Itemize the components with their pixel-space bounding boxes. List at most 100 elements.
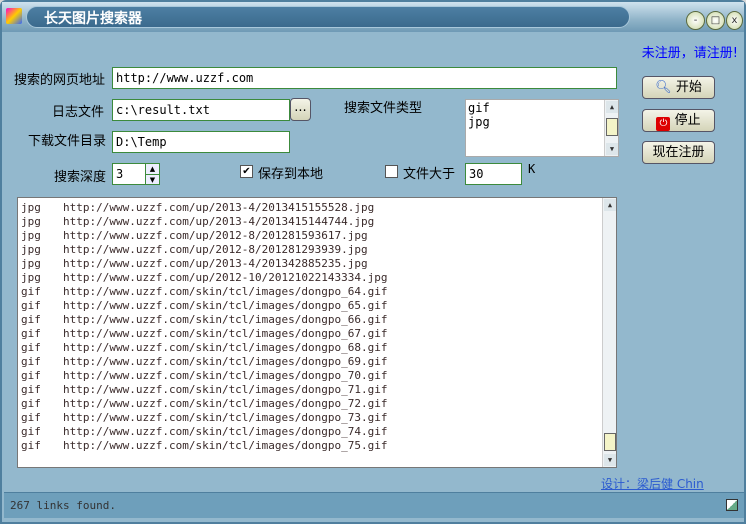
size-unit: K xyxy=(528,162,536,176)
status-text: 267 links found. xyxy=(10,499,116,512)
result-type: gif xyxy=(21,327,41,340)
result-url: http://www.uzzf.com/up/2013-4/2013428852… xyxy=(63,257,368,270)
stop-button[interactable]: ⏻ 停止 xyxy=(642,109,715,132)
result-row[interactable]: gif http://www.uzzf.com/skin/tcl/images/d… xyxy=(21,327,613,341)
result-url: http://www.uzzf.com/skin/tcl/images/dong… xyxy=(63,425,388,438)
result-type: gif xyxy=(21,285,41,298)
result-url: http://www.uzzf.com/skin/tcl/images/dong… xyxy=(63,411,388,424)
scroll-down-icon[interactable]: ▼ xyxy=(604,454,616,466)
power-icon: ⏻ xyxy=(656,117,671,131)
result-type: gif xyxy=(21,369,41,382)
save-local-checkbox[interactable]: ✔ xyxy=(240,165,253,178)
result-url: http://www.uzzf.com/skin/tcl/images/dong… xyxy=(63,327,388,340)
result-row[interactable]: gif http://www.uzzf.com/skin/tcl/images/d… xyxy=(21,411,613,425)
log-file-label: 日志文件 xyxy=(52,105,105,120)
size-input[interactable]: 30 xyxy=(465,163,522,185)
result-url: http://www.uzzf.com/up/2013-4/2013415155… xyxy=(63,201,375,214)
result-type: gif xyxy=(21,439,41,452)
start-label: 开始 xyxy=(675,80,702,95)
result-url: http://www.uzzf.com/skin/tcl/images/dong… xyxy=(63,439,388,452)
result-row[interactable]: jpg http://www.uzzf.com/up/2012-10/201210… xyxy=(21,271,613,285)
file-type-item[interactable]: jpg xyxy=(468,115,616,129)
result-url: http://www.uzzf.com/skin/tcl/images/dong… xyxy=(63,299,388,312)
result-row[interactable]: gif http://www.uzzf.com/skin/tcl/images/d… xyxy=(21,313,613,327)
result-url: http://www.uzzf.com/skin/tcl/images/dong… xyxy=(63,341,388,354)
scroll-up-icon[interactable]: ▲ xyxy=(604,199,616,211)
depth-stepper[interactable]: ▲ ▼ xyxy=(145,163,160,185)
result-row[interactable]: gif http://www.uzzf.com/skin/tcl/images/d… xyxy=(21,299,613,313)
result-row[interactable]: gif http://www.uzzf.com/skin/tcl/images/d… xyxy=(21,355,613,369)
search-icon: 🔍︎ xyxy=(655,80,672,95)
designer-link[interactable]: 设计：梁后健 Chin xyxy=(601,475,704,492)
size-filter-checkbox[interactable] xyxy=(385,165,398,178)
result-row[interactable]: gif http://www.uzzf.com/skin/tcl/images/d… xyxy=(21,341,613,355)
result-type: gif xyxy=(21,355,41,368)
result-type: jpg xyxy=(21,201,41,214)
scroll-thumb[interactable] xyxy=(604,433,616,451)
register-notice-link[interactable]: 未注册，请注册! xyxy=(642,42,738,61)
window-title: 长天图片搜索器 xyxy=(44,11,142,27)
register-button[interactable]: 现在注册 xyxy=(642,141,715,164)
result-type: jpg xyxy=(21,229,41,242)
result-type: gif xyxy=(21,397,41,410)
scroll-up-icon[interactable]: ▲ xyxy=(606,101,618,113)
result-url: http://www.uzzf.com/skin/tcl/images/dong… xyxy=(63,383,388,396)
result-url: http://www.uzzf.com/up/2012-10/201210221… xyxy=(63,271,388,284)
result-row[interactable]: jpg http://www.uzzf.com/up/2013-4/2013415… xyxy=(21,201,613,215)
result-url: http://www.uzzf.com/skin/tcl/images/dong… xyxy=(63,285,388,298)
maximize-button[interactable]: □ xyxy=(706,11,725,30)
result-row[interactable]: jpg http://www.uzzf.com/up/2012-8/2012815… xyxy=(21,229,613,243)
scroll-thumb[interactable] xyxy=(606,118,618,136)
stop-label: 停止 xyxy=(674,113,701,128)
app-icon xyxy=(6,8,22,24)
url-input[interactable]: http://www.uzzf.com xyxy=(112,67,617,89)
results-scrollbar[interactable]: ▲ ▼ xyxy=(602,198,616,467)
file-types-label: 搜索文件类型 xyxy=(344,101,423,116)
log-file-input[interactable]: c:\result.txt xyxy=(112,99,290,121)
result-row[interactable]: jpg http://www.uzzf.com/up/2012-8/2012812… xyxy=(21,243,613,257)
result-url: http://www.uzzf.com/up/2012-8/2012812939… xyxy=(63,243,368,256)
result-type: jpg xyxy=(21,215,41,228)
step-down-icon[interactable]: ▼ xyxy=(146,174,159,184)
start-button[interactable]: 🔍︎ 开始 xyxy=(642,76,715,99)
result-type: jpg xyxy=(21,243,41,256)
result-row[interactable]: gif http://www.uzzf.com/skin/tcl/images/d… xyxy=(21,397,613,411)
result-type: gif xyxy=(21,383,41,396)
result-row[interactable]: gif http://www.uzzf.com/skin/tcl/images/d… xyxy=(21,439,613,453)
download-dir-label: 下载文件目录 xyxy=(28,134,107,149)
result-type: jpg xyxy=(21,257,41,270)
url-label: 搜索的网页地址 xyxy=(14,73,106,88)
result-url: http://www.uzzf.com/skin/tcl/images/dong… xyxy=(63,369,388,382)
save-local-label: 保存到本地 xyxy=(258,167,324,182)
scroll-down-icon[interactable]: ▼ xyxy=(606,143,618,155)
status-bar: 267 links found. xyxy=(4,492,744,518)
browse-button[interactable]: ... xyxy=(290,98,311,121)
minimize-button[interactable]: - xyxy=(686,11,705,30)
result-url: http://www.uzzf.com/skin/tcl/images/dong… xyxy=(63,313,388,326)
result-url: http://www.uzzf.com/up/2013-4/2013415144… xyxy=(63,215,375,228)
depth-input[interactable]: 3 xyxy=(112,163,146,185)
result-type: gif xyxy=(21,341,41,354)
result-type: gif xyxy=(21,425,41,438)
result-row[interactable]: gif http://www.uzzf.com/skin/tcl/images/d… xyxy=(21,285,613,299)
result-url: http://www.uzzf.com/up/2012-8/2012815936… xyxy=(63,229,368,242)
download-dir-input[interactable]: D:\Temp xyxy=(112,131,290,153)
resize-grip-icon[interactable] xyxy=(726,499,738,511)
result-row[interactable]: jpg http://www.uzzf.com/up/2013-4/2013415… xyxy=(21,215,613,229)
close-button[interactable]: x xyxy=(726,11,743,30)
step-up-icon[interactable]: ▲ xyxy=(146,164,159,174)
results-list[interactable]: jpg http://www.uzzf.com/up/2013-4/2013415… xyxy=(17,197,617,468)
result-row[interactable]: gif http://www.uzzf.com/skin/tcl/images/d… xyxy=(21,369,613,383)
result-row[interactable]: gif http://www.uzzf.com/skin/tcl/images/d… xyxy=(21,425,613,439)
file-types-list[interactable]: gif jpg ▲ ▼ xyxy=(465,99,619,157)
result-row[interactable]: gif http://www.uzzf.com/skin/tcl/images/d… xyxy=(21,383,613,397)
size-filter-label: 文件大于 xyxy=(403,167,456,182)
result-row[interactable]: jpg http://www.uzzf.com/up/2013-4/2013428… xyxy=(21,257,613,271)
file-type-item[interactable]: gif xyxy=(468,101,616,115)
file-types-scrollbar[interactable]: ▲ ▼ xyxy=(604,100,618,156)
result-type: jpg xyxy=(21,271,41,284)
depth-label: 搜索深度 xyxy=(54,170,107,185)
result-type: gif xyxy=(21,299,41,312)
app-window: 长天图片搜索器 - □ x 未注册，请注册! 搜索的网页地址 http://ww… xyxy=(0,0,746,524)
title-bar[interactable]: 长天图片搜索器 - □ x xyxy=(2,2,744,32)
